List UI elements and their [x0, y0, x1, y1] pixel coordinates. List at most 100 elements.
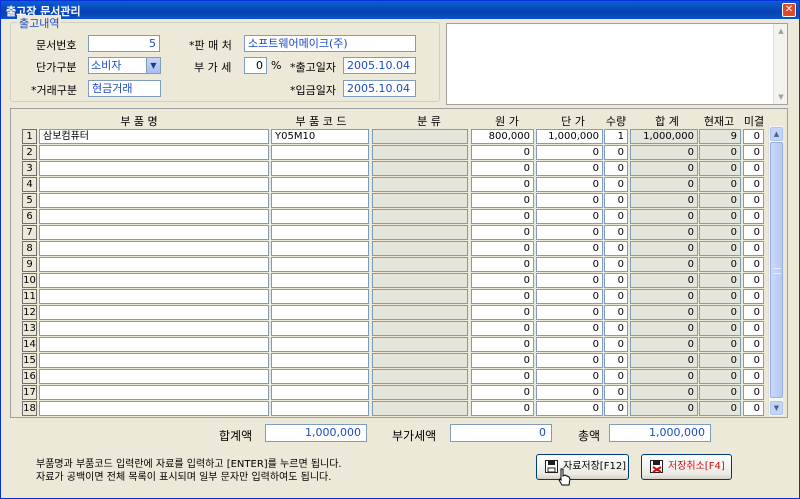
- part-code-cell[interactable]: [271, 193, 369, 208]
- grid-scrollbar[interactable]: ▲ ▼: [768, 126, 783, 416]
- pending-cell[interactable]: 0: [743, 273, 764, 288]
- qty-cell[interactable]: 0: [604, 193, 628, 208]
- part-code-cell[interactable]: [271, 145, 369, 160]
- part-name-cell[interactable]: [39, 145, 269, 160]
- cost-cell[interactable]: 0: [471, 273, 534, 288]
- cost-cell[interactable]: 0: [471, 257, 534, 272]
- close-icon[interactable]: ✕: [782, 3, 796, 17]
- price-cell[interactable]: 0: [536, 385, 603, 400]
- row-number[interactable]: 8: [22, 241, 37, 256]
- cost-cell[interactable]: 0: [471, 177, 534, 192]
- cost-cell[interactable]: 0: [471, 209, 534, 224]
- qty-cell[interactable]: 0: [604, 209, 628, 224]
- part-code-cell[interactable]: [271, 273, 369, 288]
- cancel-save-button[interactable]: 저장취소[F4]: [641, 454, 732, 480]
- cost-cell[interactable]: 0: [471, 145, 534, 160]
- qty-cell[interactable]: 0: [604, 337, 628, 352]
- cost-cell[interactable]: 0: [471, 385, 534, 400]
- scroll-thumb[interactable]: [770, 142, 783, 398]
- part-code-cell[interactable]: [271, 369, 369, 384]
- price-cell[interactable]: 0: [536, 401, 603, 416]
- doc-no-field[interactable]: 5: [88, 35, 160, 52]
- price-cell[interactable]: 0: [536, 337, 603, 352]
- pending-cell[interactable]: 0: [743, 257, 764, 272]
- price-cell[interactable]: 0: [536, 225, 603, 240]
- cost-cell[interactable]: 0: [471, 369, 534, 384]
- price-cell[interactable]: 0: [536, 305, 603, 320]
- qty-cell[interactable]: 0: [604, 353, 628, 368]
- part-name-cell[interactable]: [39, 257, 269, 272]
- pending-cell[interactable]: 0: [743, 145, 764, 160]
- title-bar[interactable]: 출고장 문서관리 ✕: [1, 1, 799, 19]
- qty-cell[interactable]: 0: [604, 273, 628, 288]
- price-cell[interactable]: 0: [536, 177, 603, 192]
- part-code-cell[interactable]: [271, 257, 369, 272]
- pending-cell[interactable]: 0: [743, 385, 764, 400]
- price-type-select[interactable]: 소비자 ▼: [88, 57, 161, 74]
- seller-field[interactable]: 소프트웨어메이크(주): [244, 35, 416, 52]
- row-number[interactable]: 13: [22, 321, 37, 336]
- price-cell[interactable]: 0: [536, 161, 603, 176]
- row-number[interactable]: 2: [22, 145, 37, 160]
- qty-cell[interactable]: 0: [604, 241, 628, 256]
- qty-cell[interactable]: 0: [604, 321, 628, 336]
- cost-cell[interactable]: 0: [471, 401, 534, 416]
- ship-date-field[interactable]: 2005.10.04: [343, 57, 416, 74]
- scroll-down-icon[interactable]: ▼: [770, 401, 783, 415]
- cost-cell[interactable]: 800,000: [471, 129, 534, 144]
- qty-cell[interactable]: 0: [604, 257, 628, 272]
- qty-cell[interactable]: 0: [604, 289, 628, 304]
- qty-cell[interactable]: 0: [604, 369, 628, 384]
- scroll-up-icon[interactable]: ▲: [775, 25, 787, 37]
- row-number[interactable]: 1: [22, 129, 37, 144]
- part-name-cell[interactable]: [39, 241, 269, 256]
- cost-cell[interactable]: 0: [471, 353, 534, 368]
- qty-cell[interactable]: 0: [604, 305, 628, 320]
- deal-type-field[interactable]: 현금거래: [88, 80, 161, 97]
- memo-textarea[interactable]: ▲ ▼: [446, 23, 788, 105]
- part-code-cell[interactable]: [271, 353, 369, 368]
- chevron-down-icon[interactable]: ▼: [146, 58, 160, 73]
- scroll-down-icon[interactable]: ▼: [775, 91, 787, 103]
- cost-cell[interactable]: 0: [471, 305, 534, 320]
- pending-cell[interactable]: 0: [743, 209, 764, 224]
- qty-cell[interactable]: 0: [604, 161, 628, 176]
- cost-cell[interactable]: 0: [471, 193, 534, 208]
- pending-cell[interactable]: 0: [743, 177, 764, 192]
- vat-field[interactable]: 0: [244, 57, 267, 74]
- cost-cell[interactable]: 0: [471, 337, 534, 352]
- part-code-cell[interactable]: Y05M10: [271, 129, 369, 144]
- pending-cell[interactable]: 0: [743, 193, 764, 208]
- row-number[interactable]: 14: [22, 337, 37, 352]
- part-code-cell[interactable]: [271, 401, 369, 416]
- pay-date-field[interactable]: 2005.10.04: [343, 80, 416, 97]
- row-number[interactable]: 3: [22, 161, 37, 176]
- part-name-cell[interactable]: [39, 209, 269, 224]
- part-code-cell[interactable]: [271, 289, 369, 304]
- row-number[interactable]: 12: [22, 305, 37, 320]
- price-cell[interactable]: 0: [536, 209, 603, 224]
- part-name-cell[interactable]: [39, 289, 269, 304]
- qty-cell[interactable]: 0: [604, 385, 628, 400]
- pending-cell[interactable]: 0: [743, 129, 764, 144]
- part-code-cell[interactable]: [271, 305, 369, 320]
- price-cell[interactable]: 0: [536, 289, 603, 304]
- qty-cell[interactable]: 0: [604, 225, 628, 240]
- row-number[interactable]: 18: [22, 401, 37, 416]
- qty-cell[interactable]: 0: [604, 401, 628, 416]
- row-number[interactable]: 7: [22, 225, 37, 240]
- price-cell[interactable]: 0: [536, 145, 603, 160]
- row-number[interactable]: 10: [22, 273, 37, 288]
- pending-cell[interactable]: 0: [743, 289, 764, 304]
- row-number[interactable]: 5: [22, 193, 37, 208]
- row-number[interactable]: 6: [22, 209, 37, 224]
- row-number[interactable]: 16: [22, 369, 37, 384]
- cost-cell[interactable]: 0: [471, 321, 534, 336]
- cost-cell[interactable]: 0: [471, 161, 534, 176]
- qty-cell[interactable]: 1: [604, 129, 628, 144]
- part-code-cell[interactable]: [271, 321, 369, 336]
- part-name-cell[interactable]: [39, 321, 269, 336]
- part-code-cell[interactable]: [271, 337, 369, 352]
- row-number[interactable]: 17: [22, 385, 37, 400]
- part-code-cell[interactable]: [271, 177, 369, 192]
